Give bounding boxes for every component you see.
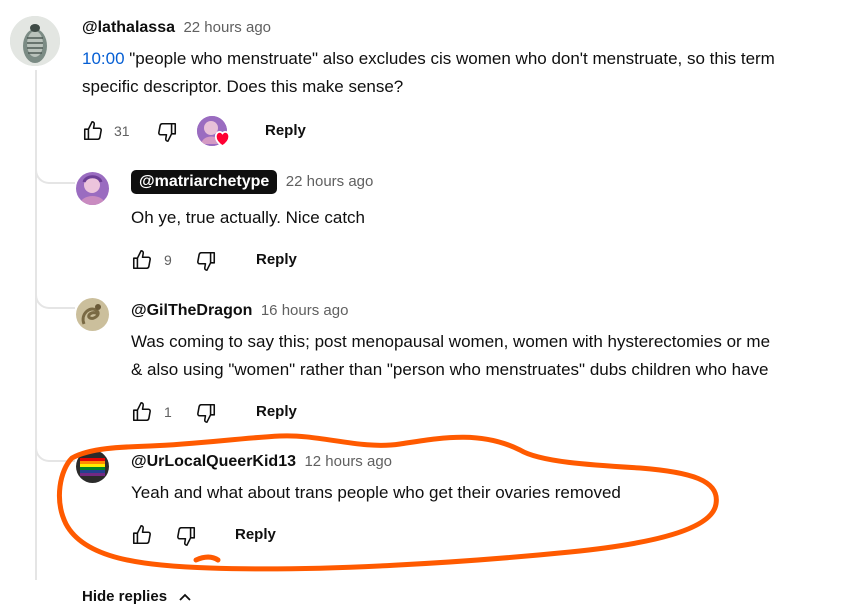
avatar[interactable]: [76, 172, 109, 205]
thumbs-down-icon[interactable]: [195, 250, 217, 272]
comment-time[interactable]: 12 hours ago: [304, 453, 392, 470]
comment-author[interactable]: @UrLocalQueerKid13: [131, 453, 296, 470]
comment-text-line: Yeah and what about trans people who get…: [131, 483, 621, 502]
thread-branch: [35, 160, 75, 184]
thumbs-down-icon[interactable]: [175, 525, 197, 547]
comment-time[interactable]: 22 hours ago: [286, 173, 374, 190]
thread-line: [35, 70, 37, 580]
creator-badge-author[interactable]: @matriarchetype: [131, 170, 278, 194]
heart-icon: [214, 131, 231, 147]
thread-branch: [35, 438, 75, 462]
comment-text-line: & also using "women" rather than "person…: [131, 360, 769, 379]
avatar[interactable]: [10, 16, 60, 66]
avatar[interactable]: [76, 298, 109, 331]
comment-text-line: Was coming to say this; post menopausal …: [131, 332, 771, 351]
comment-author[interactable]: @GilTheDragon: [131, 302, 252, 319]
comment-text-line: Oh ye, true actually. Nice catch: [131, 208, 366, 227]
reply-button[interactable]: Reply: [265, 122, 306, 139]
comment-time[interactable]: 16 hours ago: [261, 302, 349, 319]
comment-text-line: specific descriptor. Does this make sens…: [82, 77, 404, 96]
comment-time[interactable]: 22 hours ago: [183, 19, 271, 36]
hide-replies-button[interactable]: Hide replies: [82, 588, 192, 606]
thumbs-up-icon[interactable]: [131, 249, 153, 271]
reply-button[interactable]: Reply: [256, 403, 297, 420]
timestamp-link[interactable]: 10:00: [82, 49, 125, 68]
thumbs-up-icon[interactable]: [131, 524, 153, 546]
avatar[interactable]: [76, 450, 109, 483]
reply-button[interactable]: Reply: [256, 251, 297, 268]
thumbs-up-icon[interactable]: [82, 120, 104, 142]
like-count: 9: [164, 252, 172, 268]
comment-author[interactable]: @lathalassa: [82, 19, 175, 36]
thumbs-up-icon[interactable]: [131, 401, 153, 423]
comment-text-line: 10:00 "people who menstruate" also exclu…: [82, 49, 775, 68]
reply-button[interactable]: Reply: [235, 526, 276, 543]
thread-branch: [35, 285, 75, 309]
thumbs-down-icon[interactable]: [156, 121, 178, 143]
like-count: 1: [164, 404, 172, 420]
thumbs-down-icon[interactable]: [195, 402, 217, 424]
like-count: 31: [114, 123, 130, 139]
